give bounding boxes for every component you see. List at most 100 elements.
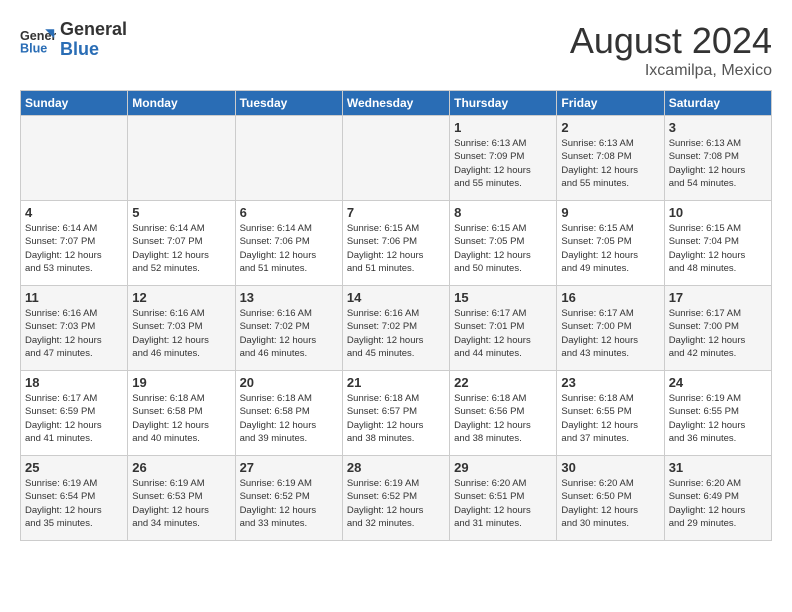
day-info: Sunrise: 6:20 AM Sunset: 6:51 PM Dayligh…: [454, 477, 552, 530]
calendar-cell: 11 Sunrise: 6:16 AM Sunset: 7:03 PM Dayli…: [21, 286, 128, 371]
logo-blue-text: Blue: [60, 40, 127, 60]
day-info: Sunrise: 6:15 AM Sunset: 7:04 PM Dayligh…: [669, 222, 767, 275]
day-info: Sunrise: 6:15 AM Sunset: 7:05 PM Dayligh…: [561, 222, 659, 275]
calendar-cell: 25 Sunrise: 6:19 AM Sunset: 6:54 PM Dayli…: [21, 456, 128, 541]
day-number: 9: [561, 205, 659, 220]
calendar-cell: 7 Sunrise: 6:15 AM Sunset: 7:06 PM Daylig…: [342, 201, 449, 286]
day-number: 20: [240, 375, 338, 390]
logo-text: General Blue: [60, 20, 127, 60]
day-info: Sunrise: 6:16 AM Sunset: 7:02 PM Dayligh…: [347, 307, 445, 360]
day-info: Sunrise: 6:14 AM Sunset: 7:06 PM Dayligh…: [240, 222, 338, 275]
logo: General Blue General Blue: [20, 20, 127, 60]
day-number: 23: [561, 375, 659, 390]
calendar-cell: [342, 116, 449, 201]
day-number: 14: [347, 290, 445, 305]
day-number: 19: [132, 375, 230, 390]
day-of-week-header: Saturday: [664, 91, 771, 116]
day-info: Sunrise: 6:19 AM Sunset: 6:54 PM Dayligh…: [25, 477, 123, 530]
calendar-header: SundayMondayTuesdayWednesdayThursdayFrid…: [21, 91, 772, 116]
day-info: Sunrise: 6:19 AM Sunset: 6:55 PM Dayligh…: [669, 392, 767, 445]
calendar-cell: 6 Sunrise: 6:14 AM Sunset: 7:06 PM Daylig…: [235, 201, 342, 286]
day-info: Sunrise: 6:18 AM Sunset: 6:57 PM Dayligh…: [347, 392, 445, 445]
calendar-cell: 13Sunrise: 6:16 AM Sunset: 7:02 PM Dayli…: [235, 286, 342, 371]
day-info: Sunrise: 6:16 AM Sunset: 7:03 PM Dayligh…: [25, 307, 123, 360]
day-of-week-header: Sunday: [21, 91, 128, 116]
day-info: Sunrise: 6:17 AM Sunset: 7:01 PM Dayligh…: [454, 307, 552, 360]
day-of-week-header: Friday: [557, 91, 664, 116]
calendar-cell: [128, 116, 235, 201]
day-of-week-header: Tuesday: [235, 91, 342, 116]
day-number: 27: [240, 460, 338, 475]
calendar-cell: 10Sunrise: 6:15 AM Sunset: 7:04 PM Dayli…: [664, 201, 771, 286]
day-number: 7: [347, 205, 445, 220]
day-number: 3: [669, 120, 767, 135]
calendar-cell: 28 Sunrise: 6:19 AM Sunset: 6:52 PM Dayli…: [342, 456, 449, 541]
title-block: August 2024 Ixcamilpa, Mexico: [570, 20, 772, 80]
day-number: 28: [347, 460, 445, 475]
calendar-table: SundayMondayTuesdayWednesdayThursdayFrid…: [20, 90, 772, 541]
day-number: 4: [25, 205, 123, 220]
day-info: Sunrise: 6:18 AM Sunset: 6:56 PM Dayligh…: [454, 392, 552, 445]
calendar-cell: 23 Sunrise: 6:18 AM Sunset: 6:55 PM Dayli…: [557, 371, 664, 456]
calendar-cell: 30Sunrise: 6:20 AM Sunset: 6:50 PM Dayli…: [557, 456, 664, 541]
calendar-cell: 12 Sunrise: 6:16 AM Sunset: 7:03 PM Dayli…: [128, 286, 235, 371]
day-info: Sunrise: 6:19 AM Sunset: 6:52 PM Dayligh…: [240, 477, 338, 530]
day-info: Sunrise: 6:16 AM Sunset: 7:02 PM Dayligh…: [240, 307, 338, 360]
day-number: 16: [561, 290, 659, 305]
calendar-cell: 18 Sunrise: 6:17 AM Sunset: 6:59 PM Dayli…: [21, 371, 128, 456]
day-info: Sunrise: 6:15 AM Sunset: 7:05 PM Dayligh…: [454, 222, 552, 275]
calendar-week-row: 25 Sunrise: 6:19 AM Sunset: 6:54 PM Dayli…: [21, 456, 772, 541]
calendar-cell: 31 Sunrise: 6:20 AM Sunset: 6:49 PM Dayli…: [664, 456, 771, 541]
day-info: Sunrise: 6:15 AM Sunset: 7:06 PM Dayligh…: [347, 222, 445, 275]
calendar-cell: 9 Sunrise: 6:15 AM Sunset: 7:05 PM Daylig…: [557, 201, 664, 286]
calendar-body: 1Sunrise: 6:13 AM Sunset: 7:09 PM Daylig…: [21, 116, 772, 541]
calendar-cell: 1Sunrise: 6:13 AM Sunset: 7:09 PM Daylig…: [450, 116, 557, 201]
calendar-cell: 3 Sunrise: 6:13 AM Sunset: 7:08 PM Daylig…: [664, 116, 771, 201]
page-header: General Blue General Blue August 2024 Ix…: [20, 20, 772, 80]
day-number: 25: [25, 460, 123, 475]
calendar-cell: 19 Sunrise: 6:18 AM Sunset: 6:58 PM Dayli…: [128, 371, 235, 456]
day-number: 8: [454, 205, 552, 220]
calendar-cell: 8 Sunrise: 6:15 AM Sunset: 7:05 PM Daylig…: [450, 201, 557, 286]
day-info: Sunrise: 6:14 AM Sunset: 7:07 PM Dayligh…: [132, 222, 230, 275]
calendar-cell: 16 Sunrise: 6:17 AM Sunset: 7:00 PM Dayli…: [557, 286, 664, 371]
day-info: Sunrise: 6:17 AM Sunset: 7:00 PM Dayligh…: [669, 307, 767, 360]
calendar-cell: 20Sunrise: 6:18 AM Sunset: 6:58 PM Dayli…: [235, 371, 342, 456]
calendar-cell: 15 Sunrise: 6:17 AM Sunset: 7:01 PM Dayli…: [450, 286, 557, 371]
day-number: 15: [454, 290, 552, 305]
calendar-cell: [235, 116, 342, 201]
calendar-week-row: 1Sunrise: 6:13 AM Sunset: 7:09 PM Daylig…: [21, 116, 772, 201]
day-number: 18: [25, 375, 123, 390]
calendar-cell: 27 Sunrise: 6:19 AM Sunset: 6:52 PM Dayli…: [235, 456, 342, 541]
location: Ixcamilpa, Mexico: [570, 62, 772, 80]
calendar-week-row: 4 Sunrise: 6:14 AM Sunset: 7:07 PM Daylig…: [21, 201, 772, 286]
header-row: SundayMondayTuesdayWednesdayThursdayFrid…: [21, 91, 772, 116]
day-number: 5: [132, 205, 230, 220]
day-number: 31: [669, 460, 767, 475]
calendar-week-row: 18 Sunrise: 6:17 AM Sunset: 6:59 PM Dayli…: [21, 371, 772, 456]
day-info: Sunrise: 6:18 AM Sunset: 6:55 PM Dayligh…: [561, 392, 659, 445]
calendar-cell: [21, 116, 128, 201]
day-number: 11: [25, 290, 123, 305]
calendar-cell: 29Sunrise: 6:20 AM Sunset: 6:51 PM Dayli…: [450, 456, 557, 541]
day-number: 26: [132, 460, 230, 475]
logo-general-text: General: [60, 20, 127, 40]
day-info: Sunrise: 6:20 AM Sunset: 6:49 PM Dayligh…: [669, 477, 767, 530]
calendar-cell: 26Sunrise: 6:19 AM Sunset: 6:53 PM Dayli…: [128, 456, 235, 541]
day-info: Sunrise: 6:17 AM Sunset: 6:59 PM Dayligh…: [25, 392, 123, 445]
day-info: Sunrise: 6:13 AM Sunset: 7:08 PM Dayligh…: [561, 137, 659, 190]
day-info: Sunrise: 6:16 AM Sunset: 7:03 PM Dayligh…: [132, 307, 230, 360]
day-info: Sunrise: 6:13 AM Sunset: 7:08 PM Dayligh…: [669, 137, 767, 190]
calendar-cell: 21Sunrise: 6:18 AM Sunset: 6:57 PM Dayli…: [342, 371, 449, 456]
day-info: Sunrise: 6:19 AM Sunset: 6:52 PM Dayligh…: [347, 477, 445, 530]
day-number: 12: [132, 290, 230, 305]
day-info: Sunrise: 6:14 AM Sunset: 7:07 PM Dayligh…: [25, 222, 123, 275]
calendar-cell: 22Sunrise: 6:18 AM Sunset: 6:56 PM Dayli…: [450, 371, 557, 456]
day-info: Sunrise: 6:18 AM Sunset: 6:58 PM Dayligh…: [132, 392, 230, 445]
day-of-week-header: Thursday: [450, 91, 557, 116]
day-info: Sunrise: 6:17 AM Sunset: 7:00 PM Dayligh…: [561, 307, 659, 360]
day-number: 2: [561, 120, 659, 135]
calendar-cell: 24Sunrise: 6:19 AM Sunset: 6:55 PM Dayli…: [664, 371, 771, 456]
svg-text:Blue: Blue: [20, 41, 47, 55]
day-number: 6: [240, 205, 338, 220]
